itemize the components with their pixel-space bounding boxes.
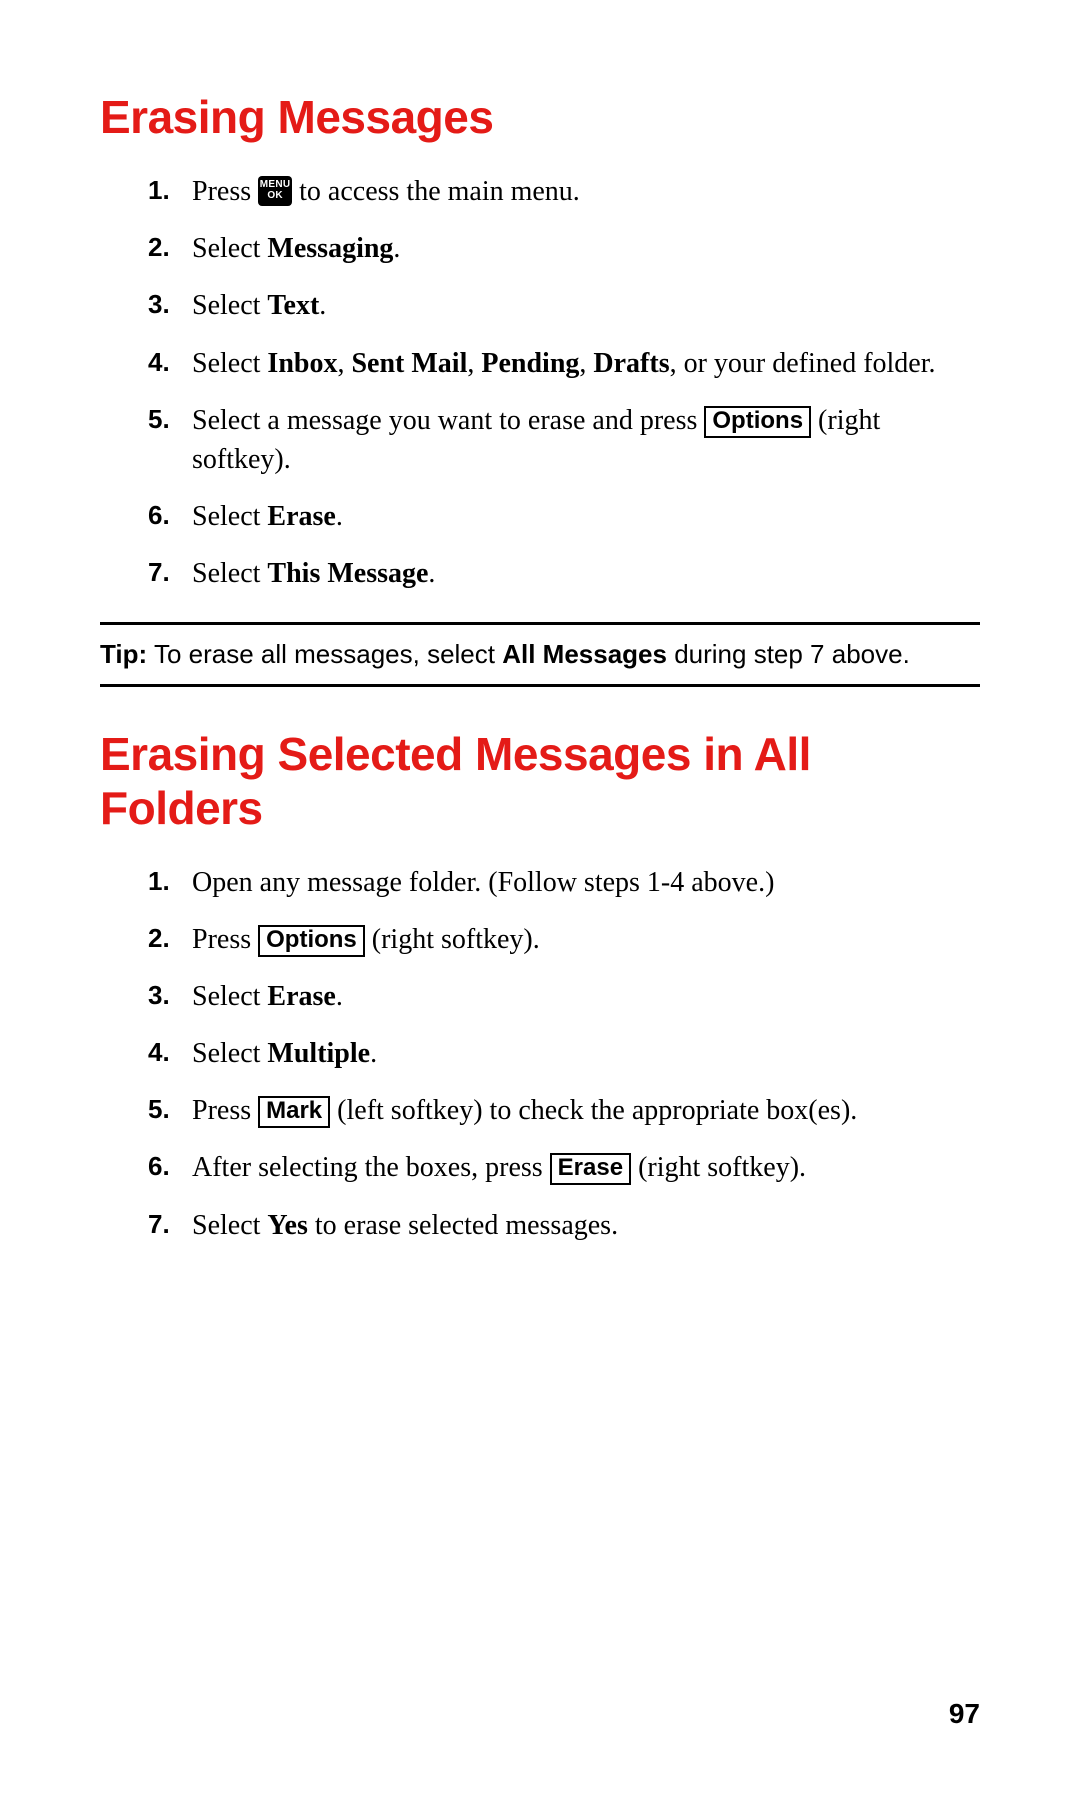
step-number: 4.: [148, 1034, 170, 1070]
step-text: .: [319, 290, 326, 321]
step-number: 4.: [148, 344, 170, 380]
step-number: 3.: [148, 977, 170, 1013]
step-text: Open any message folder. (Follow steps 1…: [192, 867, 774, 898]
tip-label: Tip:: [100, 639, 147, 669]
step-bold: Inbox: [267, 348, 337, 379]
step-number: 1.: [148, 172, 170, 208]
step-number: 1.: [148, 863, 170, 899]
step-text: (right softkey).: [365, 924, 540, 955]
step-bold: Erase: [267, 981, 335, 1012]
step-text: Select: [192, 1038, 267, 1069]
step-number: 5.: [148, 1091, 170, 1127]
steps-list-2: 1. Open any message folder. (Follow step…: [100, 863, 980, 1245]
step-text: ,: [337, 348, 351, 379]
step-bold: Yes: [267, 1210, 307, 1241]
tip-box: Tip: To erase all messages, select All M…: [100, 622, 980, 687]
step-number: 3.: [148, 286, 170, 322]
step-text: Select: [192, 348, 267, 379]
tip-text: To erase all messages, select: [147, 639, 502, 669]
step-bold: This Message: [267, 558, 428, 589]
step-item: 1. Press MENUOK to access the main menu.: [148, 172, 980, 211]
step-text: After selecting the boxes, press: [192, 1152, 550, 1183]
step-item: 2. Select Messaging.: [148, 229, 980, 268]
heading-erasing-messages: Erasing Messages: [100, 90, 980, 144]
step-item: 7. Select Yes to erase selected messages…: [148, 1206, 980, 1245]
step-bold: Multiple: [267, 1038, 370, 1069]
step-text: Select: [192, 1210, 267, 1241]
step-item: 5. Press Mark (left softkey) to check th…: [148, 1091, 980, 1130]
step-text: , or your defined folder.: [670, 348, 936, 379]
step-text: .: [428, 558, 435, 589]
softkey-options: Options: [704, 406, 811, 438]
step-item: 4. Select Inbox, Sent Mail, Pending, Dra…: [148, 344, 980, 383]
step-bold: Messaging: [267, 233, 393, 264]
softkey-mark: Mark: [258, 1096, 330, 1128]
step-bold: Drafts: [593, 348, 669, 379]
step-item: 3. Select Text.: [148, 286, 980, 325]
page-number: 97: [949, 1698, 980, 1730]
step-text: (left softkey) to check the appropriate …: [330, 1095, 857, 1126]
heading-erasing-selected-messages: Erasing Selected Messages in All Folders: [100, 727, 980, 835]
step-bold: Erase: [267, 501, 335, 532]
step-text: (right softkey).: [631, 1152, 806, 1183]
step-text: Select: [192, 558, 267, 589]
step-number: 7.: [148, 554, 170, 590]
step-text: ,: [579, 348, 593, 379]
step-text: .: [370, 1038, 377, 1069]
menu-ok-key-icon: MENUOK: [258, 176, 292, 206]
steps-list-1: 1. Press MENUOK to access the main menu.…: [100, 172, 980, 594]
step-bold: Sent Mail: [351, 348, 467, 379]
step-item: 4. Select Multiple.: [148, 1034, 980, 1073]
step-item: 5. Select a message you want to erase an…: [148, 401, 980, 479]
step-item: 2. Press Options (right softkey).: [148, 920, 980, 959]
step-item: 7. Select This Message.: [148, 554, 980, 593]
step-item: 6. Select Erase.: [148, 497, 980, 536]
step-number: 6.: [148, 1148, 170, 1184]
step-item: 1. Open any message folder. (Follow step…: [148, 863, 980, 902]
step-text: Select: [192, 233, 267, 264]
step-bold: Text: [267, 290, 319, 321]
step-text: .: [393, 233, 400, 264]
step-text: Press: [192, 1095, 258, 1126]
tip-bold: All Messages: [502, 639, 667, 669]
softkey-options: Options: [258, 925, 365, 957]
tip-text: during step 7 above.: [667, 639, 910, 669]
step-text: .: [336, 981, 343, 1012]
step-text: to erase selected messages.: [308, 1210, 618, 1241]
step-number: 2.: [148, 229, 170, 265]
step-text: to access the main menu.: [292, 176, 580, 207]
step-text: ,: [467, 348, 481, 379]
step-number: 7.: [148, 1206, 170, 1242]
step-text: Select: [192, 501, 267, 532]
step-text: .: [336, 501, 343, 532]
step-text: Select a message you want to erase and p…: [192, 405, 704, 436]
step-number: 5.: [148, 401, 170, 437]
step-text: Select: [192, 981, 267, 1012]
step-text: Press: [192, 924, 258, 955]
softkey-erase: Erase: [550, 1153, 631, 1185]
step-bold: Pending: [481, 348, 579, 379]
step-item: 6. After selecting the boxes, press Eras…: [148, 1148, 980, 1187]
step-number: 2.: [148, 920, 170, 956]
step-text: Press: [192, 176, 258, 207]
step-item: 3. Select Erase.: [148, 977, 980, 1016]
step-text: Select: [192, 290, 267, 321]
step-number: 6.: [148, 497, 170, 533]
